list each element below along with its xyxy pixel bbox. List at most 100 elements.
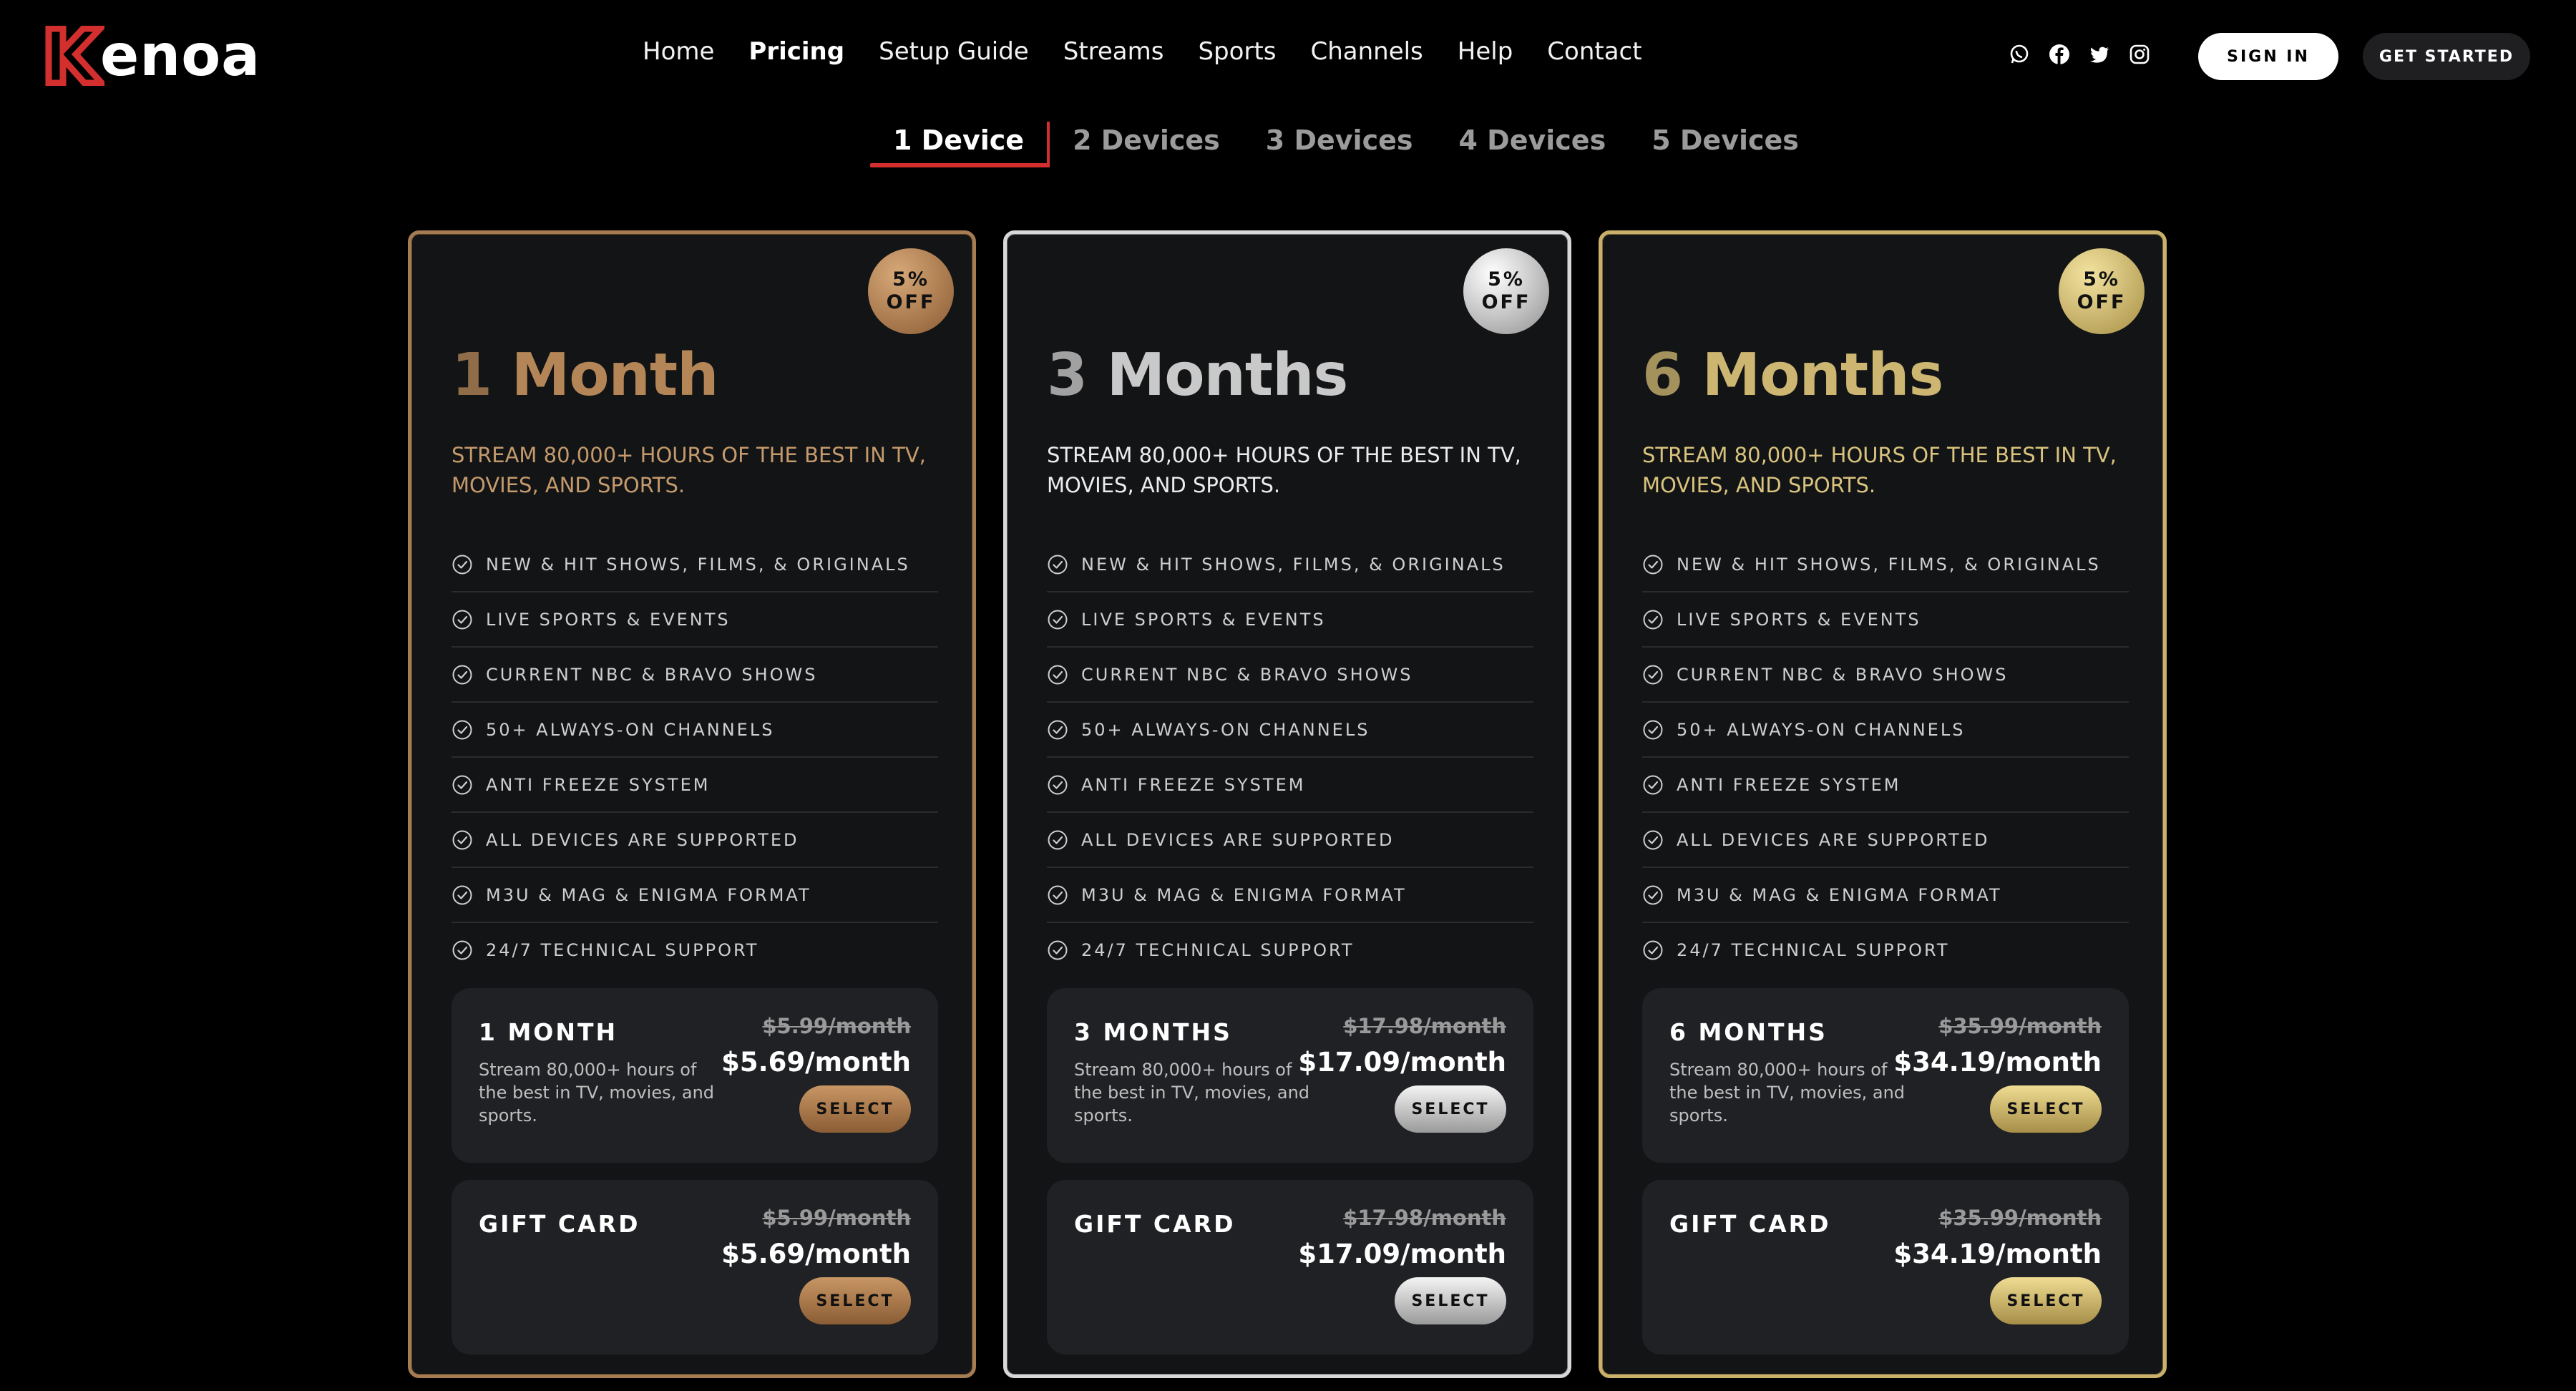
nav-help[interactable]: Help: [1458, 37, 1513, 66]
discount-badge: 5% OFF: [1463, 248, 1549, 334]
badge-percent: 5%: [2083, 268, 2120, 291]
check-circle-icon: [452, 554, 473, 575]
select-gift-card-button[interactable]: SELECT: [1395, 1277, 1506, 1324]
feature-item: ANTI FREEZE SYSTEM: [1047, 758, 1533, 813]
tab-2-devices[interactable]: 2 Devices: [1050, 119, 1243, 162]
nav-home[interactable]: Home: [643, 37, 714, 66]
plan-price-box: 1 MONTH Stream 80,000+ hours of the best…: [452, 988, 938, 1163]
feature-item: ALL DEVICES ARE SUPPORTED: [1047, 813, 1533, 868]
feature-label: NEW & HIT SHOWS, FILMS, & ORIGINALS: [486, 554, 910, 575]
logo-text: enoa: [100, 22, 261, 89]
plan-description: STREAM 80,000+ HOURS OF THE BEST IN TV, …: [1642, 443, 2117, 497]
check-circle-icon: [1047, 664, 1068, 685]
site-header: enoa Home Pricing Setup Guide Streams Sp…: [0, 0, 2576, 122]
feature-list: NEW & HIT SHOWS, FILMS, & ORIGINALS LIVE …: [1047, 537, 1533, 977]
select-plan-button[interactable]: SELECT: [799, 1085, 911, 1133]
check-circle-icon: [1642, 829, 1664, 851]
feature-item: NEW & HIT SHOWS, FILMS, & ORIGINALS: [452, 537, 938, 592]
feature-label: ANTI FREEZE SYSTEM: [1677, 774, 1901, 795]
check-circle-icon: [1047, 609, 1068, 630]
price-box-description: Stream 80,000+ hours of the best in TV, …: [479, 1060, 715, 1126]
social-links: [2008, 43, 2151, 66]
plan-title-number: 6: [1642, 341, 1683, 409]
whatsapp-icon[interactable]: [2008, 43, 2031, 66]
feature-label: 24/7 TECHNICAL SUPPORT: [486, 939, 759, 960]
check-circle-icon: [1642, 719, 1664, 741]
gift-discounted-price: $34.19/month: [1893, 1239, 2102, 1269]
plan-title: 6 Months: [1642, 341, 1943, 409]
check-circle-icon: [452, 609, 473, 630]
plan-title-word: Months: [1106, 341, 1349, 409]
nav-contact[interactable]: Contact: [1547, 37, 1641, 66]
original-price: $17.98/month: [1343, 1014, 1506, 1038]
instagram-icon[interactable]: [2128, 43, 2151, 66]
tab-5-devices[interactable]: 5 Devices: [1629, 119, 1822, 162]
select-plan-button[interactable]: SELECT: [1990, 1085, 2102, 1133]
feature-item: CURRENT NBC & BRAVO SHOWS: [1047, 648, 1533, 703]
plan-title-word: Months: [1702, 341, 1944, 409]
nav-sports[interactable]: Sports: [1198, 37, 1276, 66]
feature-label: M3U & MAG & ENIGMA FORMAT: [486, 884, 811, 905]
sign-in-button[interactable]: SIGN IN: [2198, 33, 2338, 80]
logo-k-icon: [45, 26, 104, 86]
discount-badge: 5% OFF: [2059, 248, 2145, 334]
feature-label: M3U & MAG & ENIGMA FORMAT: [1081, 884, 1407, 905]
feature-item: M3U & MAG & ENIGMA FORMAT: [1047, 868, 1533, 923]
plan-title-word: Month: [511, 341, 719, 409]
price-box-name: 1 MONTH: [479, 1018, 618, 1046]
tab-4-devices[interactable]: 4 Devices: [1436, 119, 1629, 162]
tab-1-device[interactable]: 1 Device: [870, 119, 1050, 167]
feature-list: NEW & HIT SHOWS, FILMS, & ORIGINALS LIVE …: [452, 537, 938, 977]
gift-card-name: GIFT CARD: [479, 1210, 640, 1238]
feature-label: LIVE SPORTS & EVENTS: [1677, 609, 1921, 630]
check-circle-icon: [452, 829, 473, 851]
plan-description: STREAM 80,000+ HOURS OF THE BEST IN TV, …: [452, 443, 926, 497]
logo[interactable]: enoa: [44, 26, 260, 86]
check-circle-icon: [1047, 829, 1068, 851]
twitter-icon[interactable]: [2088, 43, 2111, 66]
feature-item: M3U & MAG & ENIGMA FORMAT: [1642, 868, 2129, 923]
facebook-icon[interactable]: [2048, 43, 2071, 66]
gift-discounted-price: $5.69/month: [721, 1239, 911, 1269]
get-started-button[interactable]: GET STARTED: [2363, 33, 2530, 80]
gift-card-name: GIFT CARD: [1074, 1210, 1236, 1238]
feature-list: NEW & HIT SHOWS, FILMS, & ORIGINALS LIVE …: [1642, 537, 2129, 977]
select-plan-button[interactable]: SELECT: [1395, 1085, 1506, 1133]
feature-item: 24/7 TECHNICAL SUPPORT: [1047, 923, 1533, 977]
nav-streams[interactable]: Streams: [1063, 37, 1164, 66]
nav-setup-guide[interactable]: Setup Guide: [879, 37, 1029, 66]
check-circle-icon: [452, 719, 473, 741]
feature-item: ALL DEVICES ARE SUPPORTED: [1642, 813, 2129, 868]
feature-label: 50+ ALWAYS-ON CHANNELS: [1081, 719, 1370, 740]
feature-item: LIVE SPORTS & EVENTS: [1047, 592, 1533, 648]
price-box-description: Stream 80,000+ hours of the best in TV, …: [1074, 1060, 1310, 1126]
main-nav: Home Pricing Setup Guide Streams Sports …: [643, 37, 1642, 66]
original-price: $5.99/month: [762, 1014, 911, 1038]
check-circle-icon: [452, 939, 473, 961]
select-gift-card-button[interactable]: SELECT: [799, 1277, 911, 1324]
feature-item: 50+ ALWAYS-ON CHANNELS: [452, 703, 938, 758]
gift-card-box: GIFT CARD $5.99/month $5.69/month SELECT: [452, 1180, 938, 1355]
plan-description: STREAM 80,000+ HOURS OF THE BEST IN TV, …: [1047, 443, 1521, 497]
gift-original-price: $5.99/month: [762, 1206, 911, 1230]
plan-price-box: 6 MONTHS Stream 80,000+ hours of the bes…: [1642, 988, 2129, 1163]
feature-label: M3U & MAG & ENIGMA FORMAT: [1677, 884, 2002, 905]
gift-original-price: $35.99/month: [1938, 1206, 2102, 1230]
feature-item: 24/7 TECHNICAL SUPPORT: [1642, 923, 2129, 977]
nav-channels[interactable]: Channels: [1310, 37, 1423, 66]
check-circle-icon: [1642, 774, 1664, 796]
select-gift-card-button[interactable]: SELECT: [1990, 1277, 2102, 1324]
original-price: $35.99/month: [1938, 1014, 2102, 1038]
badge-off: OFF: [886, 291, 936, 313]
feature-label: NEW & HIT SHOWS, FILMS, & ORIGINALS: [1081, 554, 1506, 575]
price-box-name: 3 MONTHS: [1074, 1018, 1232, 1046]
check-circle-icon: [452, 664, 473, 685]
feature-item: ALL DEVICES ARE SUPPORTED: [452, 813, 938, 868]
badge-off: OFF: [2077, 291, 2127, 313]
check-circle-icon: [1047, 719, 1068, 741]
tab-3-devices[interactable]: 3 Devices: [1243, 119, 1436, 162]
feature-label: ANTI FREEZE SYSTEM: [1081, 774, 1306, 795]
feature-item: LIVE SPORTS & EVENTS: [1642, 592, 2129, 648]
feature-item: 50+ ALWAYS-ON CHANNELS: [1047, 703, 1533, 758]
nav-pricing[interactable]: Pricing: [748, 37, 844, 66]
